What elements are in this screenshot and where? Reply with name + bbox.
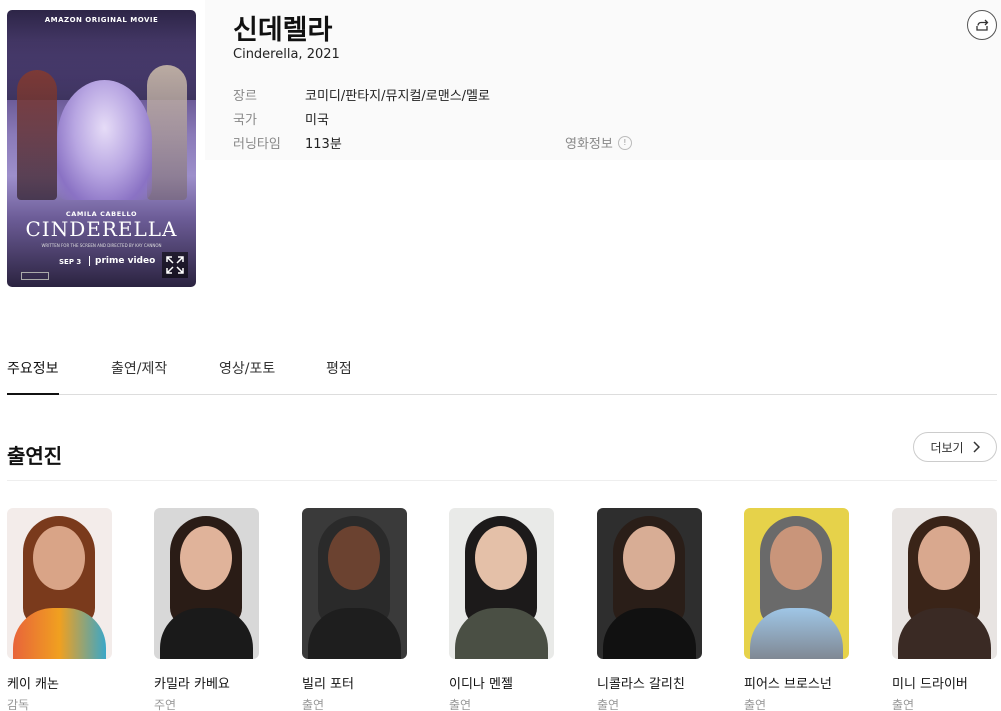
- cast-photo[interactable]: [302, 508, 407, 659]
- cast-name[interactable]: 케이 캐논: [7, 673, 112, 692]
- country-label: 국가: [233, 113, 257, 128]
- cast-name[interactable]: 카밀라 카베요: [154, 673, 259, 692]
- cast-card[interactable]: 니콜라스 갈리친 출연: [597, 508, 702, 711]
- cast-card[interactable]: 피어스 브로스넌 출연: [744, 508, 849, 711]
- tab-main-info[interactable]: 주요정보: [7, 358, 59, 395]
- tab-bar: 주요정보 출연/제작 영상/포토 평점: [7, 358, 997, 395]
- poster-title: CINDERELLA: [25, 217, 178, 241]
- cast-card[interactable]: 케이 캐논 감독: [7, 508, 112, 711]
- country-value: 미국: [305, 113, 329, 128]
- poster-platform: prime video: [89, 256, 155, 266]
- cast-name[interactable]: 피어스 브로스넌: [744, 673, 849, 692]
- cast-name[interactable]: 니콜라스 갈리친: [597, 673, 702, 692]
- tab-reviews[interactable]: 평점: [326, 358, 352, 395]
- cast-photo[interactable]: [449, 508, 554, 659]
- cast-section-title: 출연진: [7, 444, 63, 468]
- movie-title: 신데렐라: [233, 15, 333, 46]
- cast-name[interactable]: 이디나 멘젤: [449, 673, 554, 692]
- tab-cast-crew[interactable]: 출연/제작: [111, 358, 167, 395]
- cast-photo[interactable]: [892, 508, 997, 659]
- cast-role: 감독: [7, 698, 30, 711]
- poster-top-text: AMAZON ORIGINAL MOVIE: [44, 16, 159, 24]
- movie-original-title-year: Cinderella, 2021: [233, 47, 340, 62]
- cast-role: 출연: [302, 698, 325, 711]
- cast-name[interactable]: 미니 드라이버: [892, 673, 997, 692]
- poster-dress: [57, 80, 152, 200]
- cast-card[interactable]: 미니 드라이버 출연: [892, 508, 997, 711]
- poster-figure-left: [17, 70, 57, 200]
- poster-release-date: SEP 3: [59, 258, 82, 266]
- expand-icon[interactable]: [162, 252, 188, 278]
- poster-credit: WRITTEN FOR THE SCREEN AND DIRECTED BY K…: [41, 243, 162, 248]
- genre-value: 코미디/판타지/뮤지컬/로맨스/멜로: [305, 89, 490, 104]
- runtime-value: 113분: [305, 137, 342, 152]
- cast-role: 주연: [154, 698, 177, 711]
- cast-role: 출연: [449, 698, 472, 711]
- share-icon: [976, 19, 989, 31]
- section-divider: [7, 480, 997, 481]
- cast-photo[interactable]: [7, 508, 112, 659]
- poster-figure-right: [147, 65, 187, 200]
- tab-video-photo[interactable]: 영상/포토: [219, 358, 275, 395]
- movie-info-label: 영화정보: [565, 137, 613, 152]
- cast-name[interactable]: 빌리 포터: [302, 673, 407, 692]
- more-button-label: 더보기: [930, 440, 964, 455]
- movie-poster[interactable]: AMAZON ORIGINAL MOVIE CAMILA CABELLO CIN…: [7, 10, 196, 287]
- cast-photo[interactable]: [154, 508, 259, 659]
- poster-rating-badge: [21, 272, 49, 280]
- cast-card[interactable]: 이디나 멘젤 출연: [449, 508, 554, 711]
- cast-role: 출연: [744, 698, 767, 711]
- genre-label: 장르: [233, 89, 257, 104]
- cast-card[interactable]: 빌리 포터 출연: [302, 508, 407, 711]
- cast-photo[interactable]: [744, 508, 849, 659]
- chevron-right-icon: [973, 441, 980, 453]
- share-button[interactable]: [967, 10, 997, 40]
- movie-info-link[interactable]: 영화정보 !: [565, 133, 632, 152]
- cast-role: 출연: [892, 698, 915, 711]
- cast-photo[interactable]: [597, 508, 702, 659]
- cast-role: 출연: [597, 698, 620, 711]
- more-button[interactable]: 더보기: [913, 432, 997, 462]
- cast-card[interactable]: 카밀라 카베요 주연: [154, 508, 259, 711]
- info-icon: !: [617, 135, 632, 150]
- runtime-label: 러닝타임: [233, 137, 281, 152]
